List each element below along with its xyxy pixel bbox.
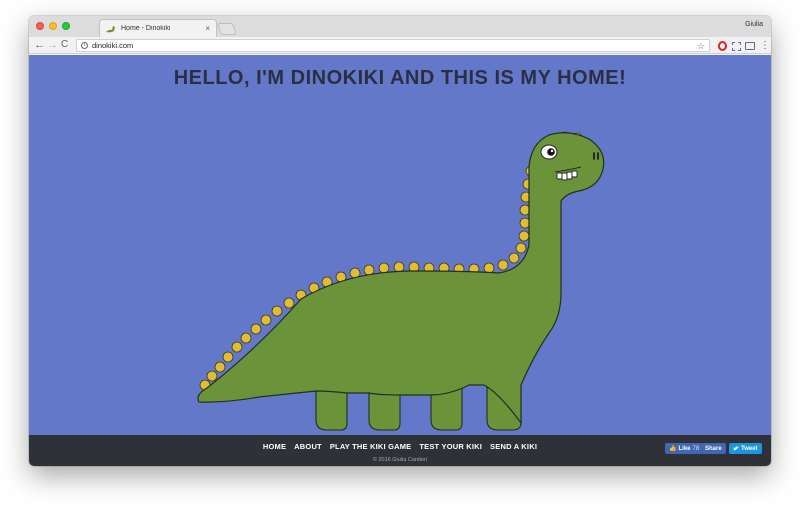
- screenshot-extension-icon[interactable]: [732, 42, 741, 51]
- cast-icon[interactable]: [745, 42, 755, 50]
- opera-extension-icon[interactable]: [718, 41, 727, 51]
- facebook-like-label: Like: [678, 445, 691, 452]
- dino-favicon-icon: [106, 25, 115, 32]
- browser-window: Home - Dinokiki × Giulia ← → C i dinokik…: [29, 16, 771, 466]
- dinosaur-illustration: [197, 131, 605, 431]
- maximize-window-button[interactable]: [62, 22, 70, 30]
- dino-body: [197, 132, 605, 425]
- footer-link-play-game[interactable]: PLAY THE KIKI GAME: [330, 442, 412, 451]
- tab-home[interactable]: Home - Dinokiki ×: [99, 19, 217, 37]
- tab-strip: Home - Dinokiki × Giulia: [29, 16, 771, 37]
- back-icon[interactable]: ←: [34, 39, 45, 51]
- tweet-button[interactable]: Tweet: [729, 443, 762, 454]
- url-text[interactable]: dinokiki.com: [92, 41, 133, 50]
- facebook-like-button[interactable]: 👍 Like 78: [665, 443, 704, 454]
- close-window-button[interactable]: [36, 22, 44, 30]
- copyright-text: © 2016 Giulia Cardieri: [372, 457, 428, 463]
- twitter-bird-icon: [733, 446, 739, 451]
- browser-toolbar: ← → C i dinokiki.com ☆ ⋮: [29, 37, 771, 54]
- footer-link-home[interactable]: HOME: [263, 442, 286, 451]
- footer-link-test-kiki[interactable]: TEST YOUR KIKI: [419, 442, 482, 451]
- window-controls: [36, 22, 70, 30]
- site-info-icon[interactable]: i: [81, 42, 88, 49]
- minimize-window-button[interactable]: [49, 22, 57, 30]
- profile-name[interactable]: Giulia: [745, 21, 763, 28]
- bookmark-star-icon[interactable]: ☆: [697, 40, 705, 52]
- facebook-share-button[interactable]: Share: [701, 443, 726, 454]
- footer-link-about[interactable]: ABOUT: [294, 442, 322, 451]
- facebook-share-label: Share: [705, 445, 722, 452]
- footer-nav: HOME ABOUT PLAY THE KIKI GAME TEST YOUR …: [29, 442, 771, 451]
- reload-icon[interactable]: C: [61, 39, 68, 51]
- site-footer: HOME ABOUT PLAY THE KIKI GAME TEST YOUR …: [29, 435, 771, 466]
- tab-title: Home - Dinokiki: [121, 25, 171, 32]
- forward-icon[interactable]: →: [47, 39, 58, 51]
- address-bar[interactable]: i dinokiki.com ☆: [76, 39, 710, 52]
- dino-eye: [540, 144, 558, 160]
- tab-close-icon[interactable]: ×: [205, 24, 210, 33]
- tweet-label: Tweet: [741, 445, 758, 452]
- footer-link-send-kiki[interactable]: SEND A KIKI: [490, 442, 537, 451]
- new-tab-button[interactable]: [216, 23, 238, 35]
- facebook-like-count: 78: [692, 445, 700, 452]
- thumbs-up-icon: 👍: [669, 446, 677, 452]
- browser-menu-icon[interactable]: ⋮: [760, 41, 770, 51]
- page-content: HELLO, I'M DINOKIKI AND THIS IS MY HOME!: [29, 55, 771, 435]
